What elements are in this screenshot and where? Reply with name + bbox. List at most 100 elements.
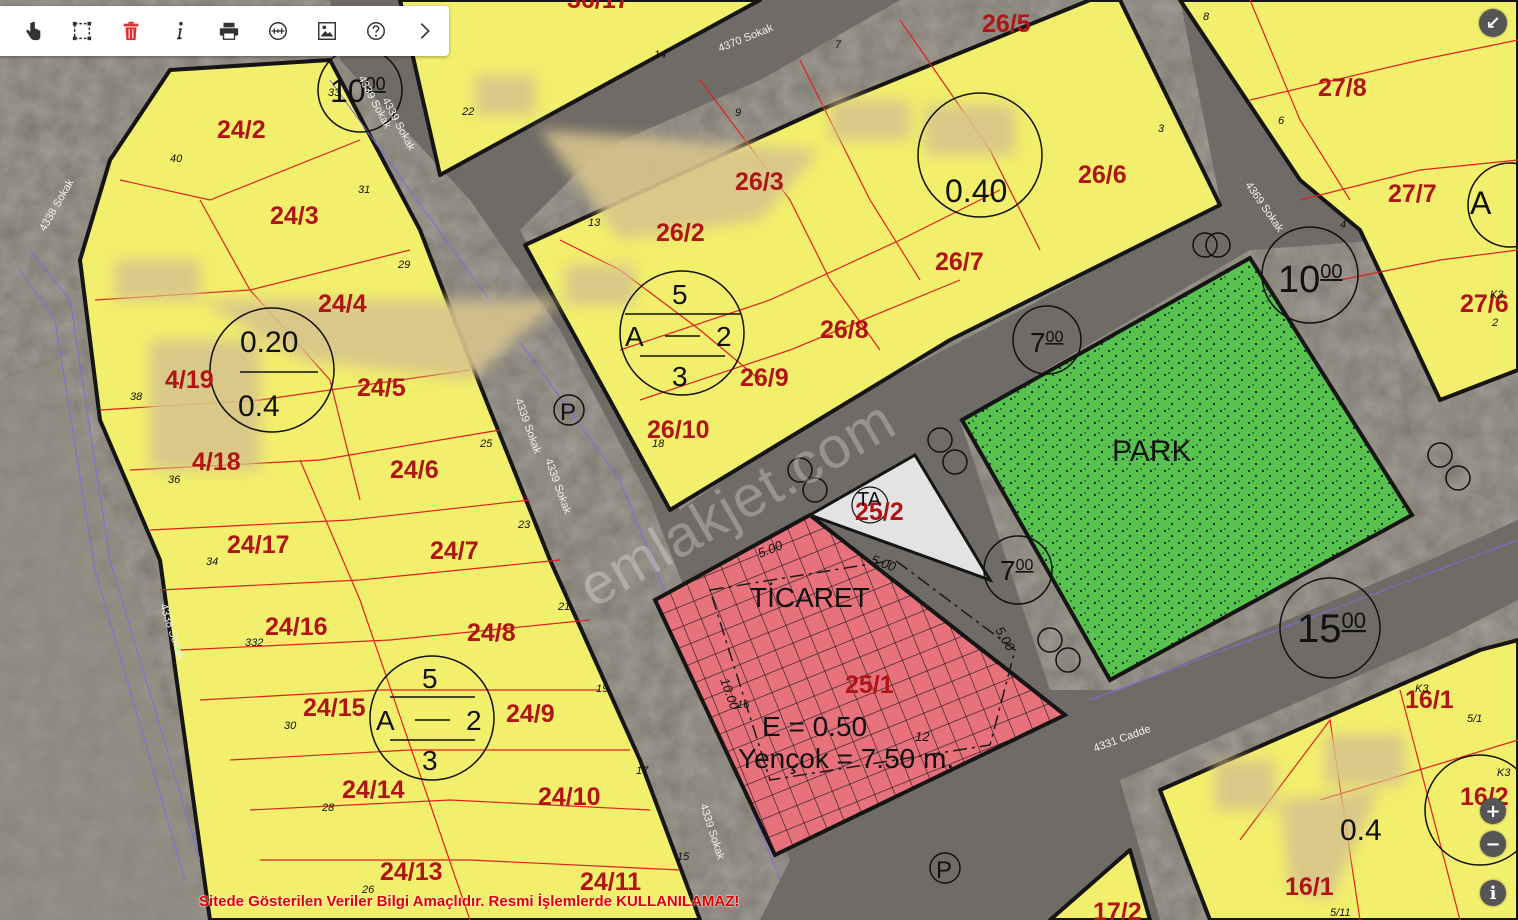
lot-number: K3 [1497, 767, 1511, 779]
select-area-button[interactable] [57, 6, 106, 56]
lot-number: 25 [479, 438, 493, 450]
collapse-button[interactable]: ↙ [1479, 9, 1507, 37]
lot-number: 9 [735, 107, 741, 119]
parcel-label: 24/6 [390, 456, 439, 484]
parcel-label: 26/9 [740, 364, 789, 392]
lot-number: 4 [1340, 219, 1346, 231]
trash-icon [123, 21, 138, 41]
parcel-label: 24/8 [467, 619, 516, 647]
emsal-label: E = 0.50 [762, 711, 867, 742]
printer-icon [219, 22, 238, 40]
parcel-label: 26/3 [735, 168, 784, 196]
ruler-circle-icon [268, 22, 287, 40]
disclaimer-text: Sitede Gösterilen Veriler Bilgi Amaçlıdı… [199, 893, 740, 910]
info-control-button[interactable]: i [1480, 880, 1506, 906]
lot-number: 40 [170, 153, 183, 165]
delete-button[interactable] [106, 6, 155, 56]
parcel-label: 24/10 [538, 783, 601, 811]
lot-number: 31 [358, 184, 370, 196]
parcel-label: 26/8 [820, 316, 869, 344]
parcel-label: 24/17 [227, 531, 290, 559]
lot-number: 23 [517, 519, 531, 531]
dashed-square-icon [72, 21, 91, 41]
parcel-label: 17/2 [1093, 898, 1142, 920]
map-toolbar [0, 6, 449, 56]
lot-number: K3 [1415, 683, 1429, 695]
lot-number: 17 [636, 765, 649, 777]
parcel-label: 27/7 [1388, 180, 1437, 208]
lot-number: 29 [397, 259, 410, 271]
question-icon [366, 22, 385, 40]
lot-number: 332 [245, 637, 263, 649]
parcel-label: 16/1 [1405, 686, 1454, 714]
svg-text:3: 3 [422, 745, 438, 776]
parcel-label: 24/3 [270, 202, 319, 230]
parcel-label: 24/15 [303, 694, 366, 722]
image-icon [317, 22, 336, 40]
lot-number: 16 [737, 699, 750, 711]
parcel-label: 24/13 [380, 858, 443, 886]
park-label: PARK [1112, 435, 1191, 468]
ticaret-label: TİCARET [750, 582, 870, 613]
lot-number: 5/1 [1467, 713, 1482, 725]
pan-tool-button[interactable] [8, 6, 57, 56]
parking-label: P [560, 399, 576, 426]
parcel-label: 4/18 [192, 448, 241, 476]
circle-label: 0.4 [1340, 814, 1382, 847]
info-button[interactable] [155, 6, 204, 56]
parcel-label: 25/1 [845, 671, 894, 699]
zoom-out-button[interactable]: − [1480, 831, 1506, 857]
parcel-label: 26/7 [935, 248, 984, 276]
parcel-label: 24/2 [217, 116, 266, 144]
help-button[interactable] [351, 6, 400, 56]
fraction-label: 0.4 [238, 390, 280, 423]
parcel-label: 24/7 [430, 537, 479, 565]
parking-label: P [936, 857, 952, 884]
hand-pointer-icon [25, 21, 40, 41]
lot-number: 13 [588, 217, 601, 229]
parcel-label: 26/2 [656, 219, 705, 247]
measure-button[interactable] [253, 6, 302, 56]
parcel-label: 26/5 [982, 10, 1031, 38]
ta-label: TA [857, 489, 882, 511]
lot-number: 8 [1203, 11, 1210, 23]
setback-label: 12 [915, 729, 930, 744]
fraction-label: 0.20 [240, 326, 298, 359]
lot-number: 14 [654, 49, 666, 61]
svg-text:A: A [625, 321, 644, 352]
lot-number: 6 [1278, 115, 1285, 127]
lot-number: 15 [677, 851, 690, 863]
lot-number: 36 [168, 474, 181, 486]
chevron-right-icon [420, 23, 430, 39]
lot-number: 7 [835, 39, 842, 51]
lot-number: 21 [557, 601, 570, 613]
svg-text:2: 2 [716, 321, 732, 352]
info-icon [176, 21, 183, 40]
lot-number: 28 [321, 802, 335, 814]
parcel-label: 16/1 [1285, 873, 1334, 901]
parcel-label: 27/8 [1318, 74, 1367, 102]
lot-number: 18 [652, 438, 665, 450]
print-button[interactable] [204, 6, 253, 56]
export-image-button[interactable] [302, 6, 351, 56]
lot-number: 22 [461, 106, 474, 118]
next-button[interactable] [400, 6, 449, 56]
lot-number: 19 [596, 683, 608, 695]
parcel-label: 36/17 [567, 0, 630, 14]
max-height-label: Yençok = 7.50 m. [738, 743, 954, 774]
svg-text:5: 5 [672, 279, 688, 310]
parcel-label: 24/16 [265, 613, 328, 641]
circle-label: 0.40 [945, 173, 1007, 209]
parcel-label: 24/9 [506, 700, 555, 728]
parcel-label: 24/5 [357, 374, 406, 402]
circle-label: A [1470, 185, 1492, 221]
svg-text:2: 2 [466, 705, 482, 736]
lot-number: 5/11 [1330, 907, 1351, 919]
zoom-in-button[interactable]: + [1480, 798, 1506, 824]
parcel-label: 24/14 [342, 776, 405, 804]
parcel-label: 24/11 [580, 868, 641, 896]
lot-number: 33 [328, 87, 341, 99]
lot-number: 34 [206, 556, 218, 568]
lot-number: 38 [130, 391, 143, 403]
lot-number: 3 [1158, 123, 1165, 135]
